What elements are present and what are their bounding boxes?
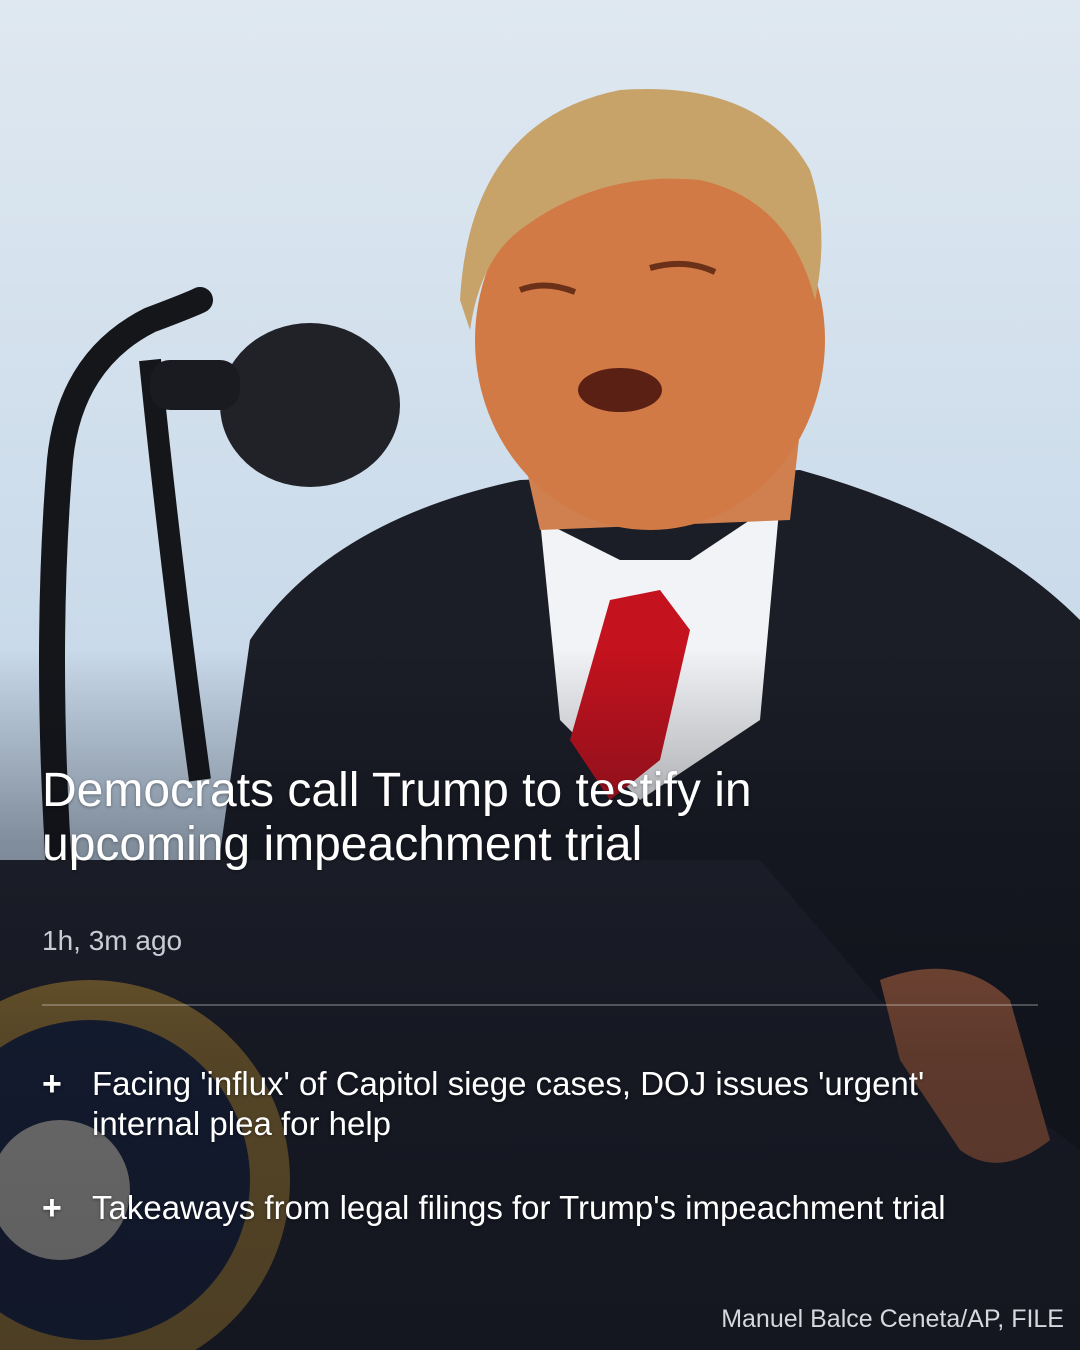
photo-credit: Manuel Balce Ceneta/AP, FILE [721,1305,1064,1333]
related-story-item[interactable]: + Takeaways from legal filings for Trump… [42,1188,1038,1228]
article-card[interactable]: Democrats call Trump to testify in upcom… [0,0,1080,1350]
article-headline[interactable]: Democrats call Trump to testify in upcom… [42,764,942,872]
divider [42,1004,1038,1006]
related-story-label[interactable]: Takeaways from legal filings for Trump's… [92,1189,946,1226]
plus-icon: + [42,1065,62,1103]
plus-icon: + [42,1189,62,1227]
related-stories-list: + Facing 'influx' of Capitol siege cases… [42,1064,1038,1272]
related-story-label[interactable]: Facing 'influx' of Capitol siege cases, … [92,1065,924,1142]
article-timestamp: 1h, 3m ago [42,925,183,956]
related-story-item[interactable]: + Facing 'influx' of Capitol siege cases… [42,1064,1038,1144]
